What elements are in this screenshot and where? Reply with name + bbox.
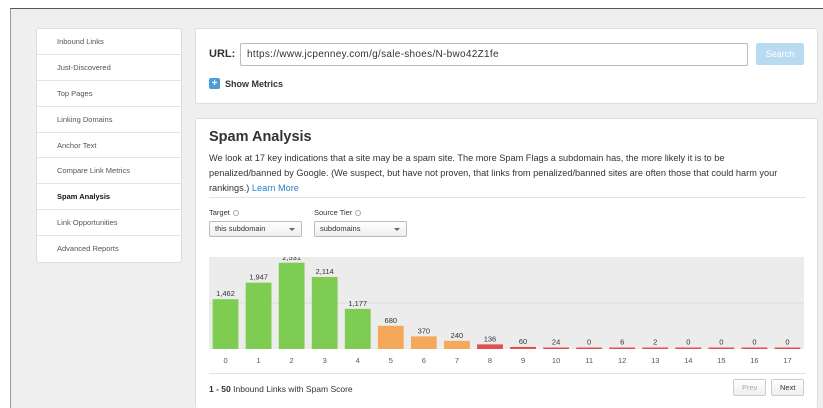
x-tick-label: 1 — [256, 356, 260, 365]
plus-icon: + — [209, 78, 220, 89]
bar-score-17 — [774, 347, 801, 349]
bar-value-label: 370 — [418, 326, 431, 335]
bar-score-15 — [708, 347, 735, 349]
spam-analysis-title: Spam Analysis — [209, 129, 312, 145]
x-tick-label: 16 — [750, 356, 758, 365]
x-tick-label: 5 — [389, 356, 393, 365]
chevron-down-icon — [394, 228, 400, 231]
results-summary: 1 - 50 Inbound Links with Spam Score — [209, 384, 353, 394]
sidebar-item-inbound-links[interactable]: Inbound Links — [37, 29, 181, 55]
target-select[interactable]: this subdomain — [209, 221, 302, 237]
target-label: Target — [209, 208, 230, 217]
x-tick-label: 13 — [651, 356, 659, 365]
x-tick-label: 9 — [521, 356, 525, 365]
source-tier-select-value: subdomains — [320, 224, 361, 233]
bar-value-label: 1,947 — [249, 273, 268, 282]
bar-value-label: 1,462 — [216, 289, 235, 298]
bar-score-9 — [510, 346, 536, 349]
bar-value-label: 2,531 — [282, 257, 301, 262]
bar-value-label: 0 — [752, 338, 756, 347]
target-select-value: this subdomain — [215, 224, 266, 233]
url-panel: URL: Search + Show Metrics — [195, 28, 818, 104]
divider — [209, 373, 806, 374]
search-button[interactable]: Search — [756, 43, 804, 65]
sidebar-item-just-discovered[interactable]: Just-Discovered — [37, 55, 181, 81]
x-tick-label: 14 — [684, 356, 692, 365]
sidebar-item-advanced-reports[interactable]: Advanced Reports — [37, 236, 181, 262]
x-tick-label: 0 — [223, 356, 227, 365]
sidebar-item-linking-domains[interactable]: Linking Domains — [37, 107, 181, 133]
next-button[interactable]: Next — [771, 379, 805, 396]
x-tick-label: 10 — [552, 356, 560, 365]
bar-value-label: 60 — [519, 337, 527, 346]
bar-value-label: 0 — [587, 338, 591, 347]
x-tick-label: 15 — [717, 356, 725, 365]
url-label: URL: — [209, 48, 236, 60]
info-icon[interactable] — [232, 210, 239, 217]
x-tick-label: 11 — [585, 356, 593, 365]
results-label: Inbound Links with Spam Score — [233, 384, 353, 394]
results-range: 1 - 50 — [209, 384, 231, 394]
info-icon[interactable] — [355, 210, 362, 217]
bar-score-1 — [245, 282, 272, 349]
spam-description: We look at 17 key indications that a sit… — [209, 151, 784, 196]
bar-score-2 — [278, 262, 305, 349]
bar-score-7 — [444, 340, 470, 349]
url-input[interactable] — [240, 43, 748, 66]
x-tick-label: 8 — [488, 356, 492, 365]
sidebar-item-top-pages[interactable]: Top Pages — [37, 81, 181, 107]
bar-score-14 — [675, 347, 702, 349]
x-tick-label: 4 — [356, 356, 360, 365]
sidebar-item-spam-analysis[interactable]: Spam Analysis — [37, 184, 181, 211]
bar-value-label: 136 — [484, 334, 497, 343]
sidebar-nav: Inbound Links Just-Discovered Top Pages … — [36, 28, 182, 263]
bar-value-label: 0 — [719, 338, 723, 347]
bar-value-label: 1,177 — [348, 299, 367, 308]
x-tick-label: 2 — [290, 356, 294, 365]
prev-button[interactable]: Prev — [733, 379, 767, 396]
source-tier-select[interactable]: subdomains — [314, 221, 407, 237]
show-metrics-label: Show Metrics — [225, 78, 284, 89]
sidebar-item-link-opportunities[interactable]: Link Opportunities — [37, 210, 181, 237]
bar-value-label: 240 — [451, 331, 464, 340]
bar-score-4 — [344, 308, 371, 349]
divider — [209, 197, 806, 198]
spam-analysis-panel: Spam Analysis We look at 17 key indicati… — [195, 118, 818, 408]
sidebar-item-anchor-text[interactable]: Anchor Text — [37, 133, 181, 159]
learn-more-link[interactable]: Learn More — [252, 183, 299, 193]
bar-score-13 — [642, 347, 669, 349]
target-label-wrap: Target — [209, 208, 239, 217]
spam-score-chart-svg: 1,46201,94712,53122,11431,17746805370624… — [209, 257, 804, 365]
bar-value-label: 6 — [620, 338, 624, 347]
bar-score-6 — [410, 336, 437, 349]
bar-score-16 — [741, 347, 768, 349]
bar-score-0 — [212, 299, 239, 349]
show-metrics-toggle[interactable]: + Show Metrics — [209, 78, 283, 89]
x-tick-label: 12 — [618, 356, 626, 365]
bar-value-label: 0 — [785, 338, 789, 347]
x-tick-label: 6 — [422, 356, 426, 365]
spam-score-chart: 1,462 0 1,947 1 2,531 2 2,114 3 1,177 4 680 5 370 6 24… — [209, 257, 804, 369]
source-tier-label-wrap: Source Tier — [314, 208, 362, 217]
bar-value-label: 2,114 — [316, 267, 334, 276]
bar-value-label: 680 — [385, 316, 398, 325]
x-tick-label: 7 — [455, 356, 459, 365]
bar-value-label: 0 — [686, 338, 690, 347]
bar-score-5 — [377, 325, 404, 349]
bar-value-label: 24 — [552, 338, 560, 347]
bar-value-label: 2 — [653, 338, 657, 347]
bar-score-10 — [543, 347, 569, 349]
bar-score-3 — [311, 276, 338, 349]
chevron-down-icon — [289, 228, 295, 231]
sidebar-item-compare-link-metrics[interactable]: Compare Link Metrics — [37, 158, 181, 185]
x-tick-label: 17 — [783, 356, 791, 365]
source-tier-label: Source Tier — [314, 208, 353, 217]
bar-score-8 — [477, 344, 503, 349]
bar-score-11 — [576, 347, 603, 349]
x-tick-label: 3 — [323, 356, 327, 365]
bar-score-12 — [609, 347, 636, 349]
